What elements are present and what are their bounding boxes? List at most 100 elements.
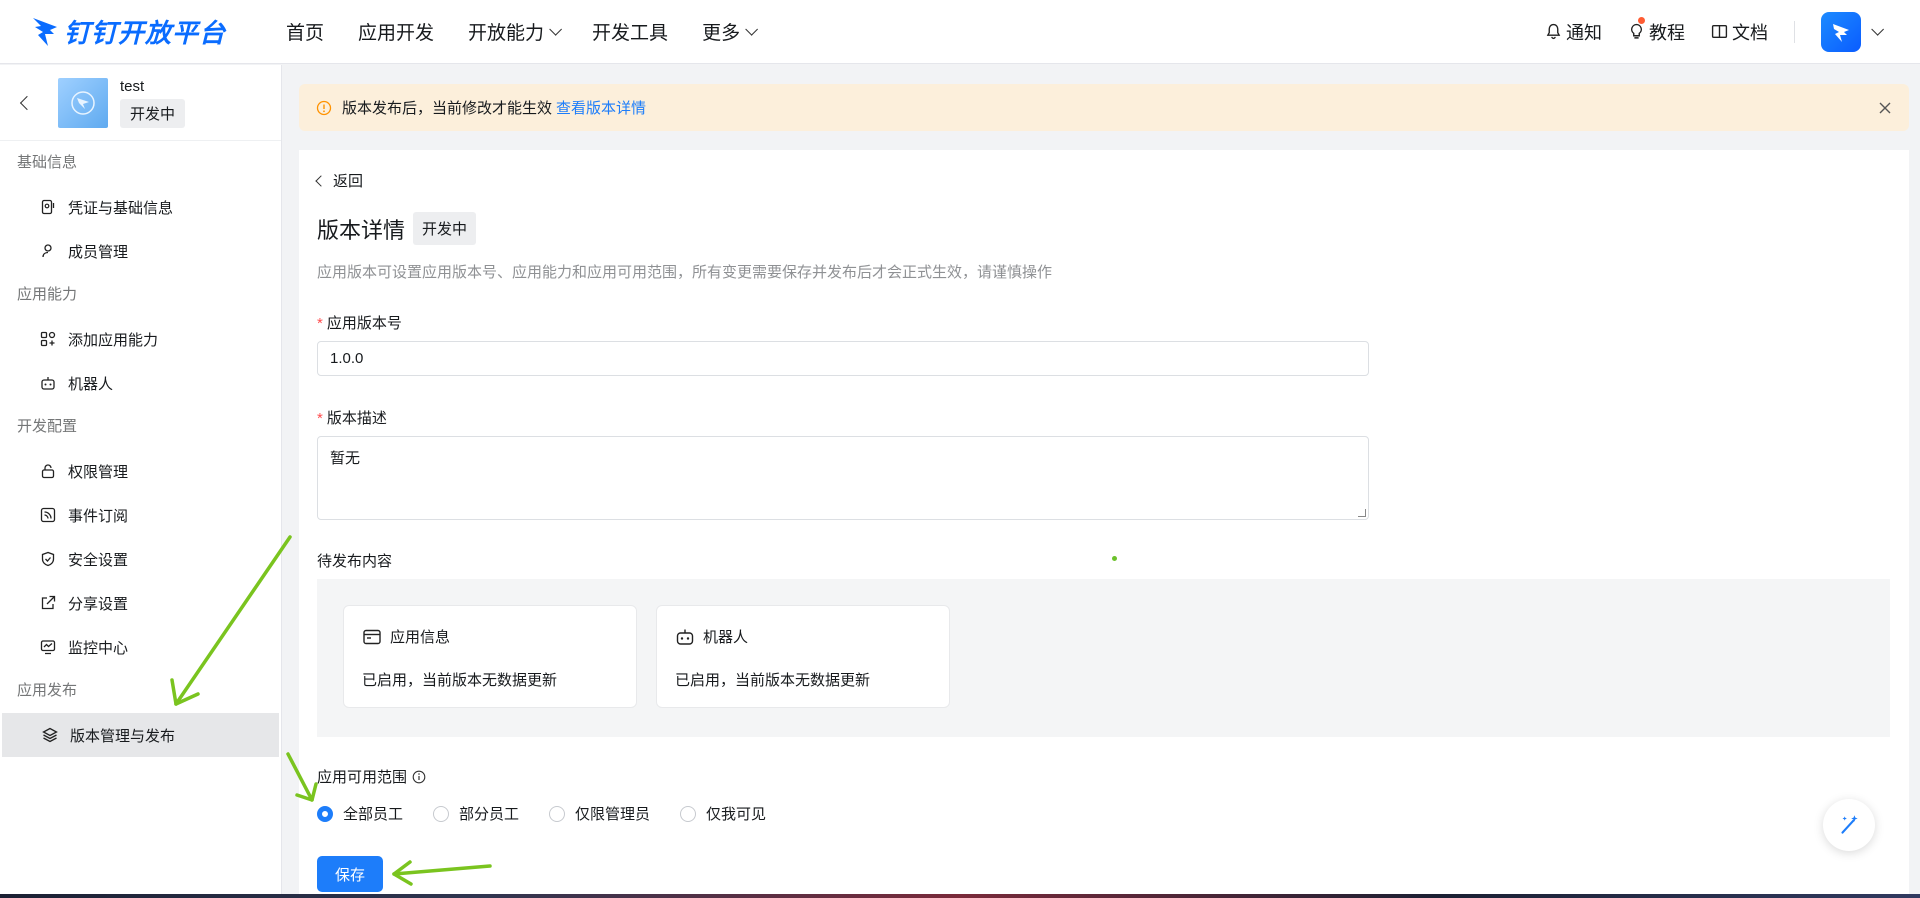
sidebar-item-robot[interactable]: 机器人 — [0, 361, 281, 405]
app-icon — [58, 77, 108, 128]
notify-button[interactable]: 通知 — [1545, 19, 1602, 45]
page-description: 应用版本可设置应用版本号、应用能力和应用可用范围，所有变更需要保存并发布后才会正… — [317, 264, 1053, 281]
sidebar-item-add-capability[interactable]: 添加应用能力 — [0, 317, 281, 361]
taskbar-strip — [0, 894, 1920, 898]
sidebar-item-label: 权限管理 — [68, 463, 129, 481]
radio-only-me[interactable]: 仅我可见 — [680, 803, 766, 824]
resize-handle[interactable] — [1358, 509, 1366, 517]
top-nav-bar: 钉钉开放平台 首页 应用开发 开放能力 开发工具 更多 通知 教程 文档 — [0, 0, 1920, 64]
sidebar-item-label: 机器人 — [68, 375, 114, 393]
section-title-basic: 基础信息 — [17, 154, 78, 171]
dingtalk-logo-icon — [33, 17, 57, 46]
nav-app-dev[interactable]: 应用开发 — [358, 18, 434, 45]
sidebar-item-security[interactable]: 安全设置 — [0, 537, 281, 581]
nav-open-capability[interactable]: 开放能力 — [468, 18, 563, 45]
logo[interactable]: 钉钉开放平台 — [30, 13, 250, 50]
sidebar-item-share[interactable]: 分享设置 — [0, 581, 281, 625]
radio-label: 全部员工 — [343, 806, 404, 823]
radio-admins-only[interactable]: 仅限管理员 — [549, 803, 650, 824]
user-icon — [42, 244, 52, 258]
sidebar-item-credentials[interactable]: 凭证与基础信息 — [0, 185, 281, 229]
add-capability-icon — [40, 331, 56, 347]
radio-label: 仅限管理员 — [575, 806, 651, 823]
bulb-icon — [1631, 23, 1642, 39]
version-description-value: 暂无 — [330, 450, 361, 467]
shield-icon — [41, 551, 55, 567]
sidebar-item-label: 成员管理 — [68, 243, 129, 261]
user-avatar[interactable] — [1821, 11, 1861, 52]
notify-label: 通知 — [1566, 22, 1602, 43]
save-button[interactable]: 保存 — [317, 856, 383, 892]
pending-card-robot: 机器人 已启用，当前版本无数据更新 — [656, 605, 950, 708]
pending-card-status: 已启用，当前版本无数据更新 — [362, 672, 558, 689]
sidebar-item-label: 事件订阅 — [68, 507, 129, 525]
sidebar-item-monitor[interactable]: 监控中心 — [0, 625, 281, 669]
radio-some-employees[interactable]: 部分员工 — [433, 803, 519, 824]
version-number-input[interactable]: 1.0.0 — [317, 341, 1369, 376]
version-number-label: * 应用版本号 — [317, 312, 402, 333]
docs-label: 文档 — [1732, 22, 1768, 43]
nav-more[interactable]: 更多 — [702, 18, 759, 45]
divider — [1794, 20, 1795, 43]
nav-home-label: 首页 — [286, 23, 325, 44]
app-header: test 开发中 — [0, 65, 281, 141]
sidebar-item-events[interactable]: 事件订阅 — [0, 493, 281, 537]
app-info-icon — [363, 629, 381, 644]
tutorial-button[interactable]: 教程 — [1628, 16, 1685, 45]
pending-content-area: 应用信息 已启用，当前版本无数据更新 机器人 已启用，当前版本无数据更新 — [317, 579, 1890, 737]
nav-home[interactable]: 首页 — [286, 18, 324, 45]
chevron-down-icon[interactable] — [1871, 23, 1884, 36]
version-description-label: * 版本描述 — [317, 407, 387, 428]
nav-more-label: 更多 — [702, 23, 741, 44]
status-badge: 开发中 — [413, 212, 477, 245]
chevron-down-icon — [745, 23, 759, 36]
app-name: test — [120, 77, 145, 95]
ai-assistant-button[interactable] — [1823, 799, 1875, 851]
pending-card-header: 应用信息 — [362, 626, 450, 647]
nav-dev-tools[interactable]: 开发工具 — [592, 18, 668, 45]
chevron-left-icon — [315, 174, 327, 187]
section-title-dev-config: 开发配置 — [17, 418, 78, 435]
version-number-label-text: 应用版本号 — [326, 315, 402, 332]
monitor-icon — [40, 640, 56, 655]
version-number-value: 1.0.0 — [330, 350, 364, 367]
pending-card-title: 机器人 — [703, 629, 749, 646]
app-meta: test 开发中 — [120, 77, 186, 128]
close-icon[interactable] — [1877, 100, 1893, 116]
docs-button[interactable]: 文档 — [1711, 19, 1768, 45]
sidebar-item-version-management[interactable]: 版本管理与发布 — [2, 713, 279, 757]
logo-text: 钉钉开放平台 — [64, 18, 227, 48]
warning-info-icon — [316, 100, 332, 115]
notice-banner: 版本发布后，当前修改才能生效 查看版本详情 — [299, 84, 1909, 131]
section-title-publish: 应用发布 — [17, 682, 78, 699]
top-right-tools: 通知 教程 文档 — [1519, 11, 1884, 52]
sidebar-item-permissions[interactable]: 权限管理 — [0, 449, 281, 493]
view-version-detail-link[interactable]: 查看版本详情 — [556, 97, 646, 118]
required-mark: * — [317, 315, 323, 332]
pending-card-app-info: 应用信息 已启用，当前版本无数据更新 — [343, 605, 637, 708]
back-label: 返回 — [333, 173, 364, 190]
version-detail-panel: 返回 版本详情 开发中 应用版本可设置应用版本号、应用能力和应用可用范围，所有变… — [299, 150, 1909, 898]
section-title-capability: 应用能力 — [17, 286, 78, 303]
sidebar-item-label: 监控中心 — [68, 639, 129, 657]
version-description-textarea[interactable]: 暂无 — [317, 436, 1369, 520]
required-mark: * — [317, 410, 323, 427]
availability-range-label-text: 应用可用范围 — [317, 769, 408, 786]
sidebar-item-label: 凭证与基础信息 — [68, 199, 174, 217]
bell-icon — [1546, 23, 1561, 40]
robot-icon — [41, 377, 55, 390]
magic-wand-icon — [1841, 815, 1858, 834]
stray-dot — [1112, 556, 1117, 561]
back-chevron-icon[interactable] — [19, 95, 35, 110]
info-icon[interactable] — [412, 770, 426, 784]
book-icon — [1711, 24, 1728, 39]
availability-range-label: 应用可用范围 — [317, 766, 426, 787]
pending-content-label: 待发布内容 — [317, 553, 393, 570]
radio-circle — [433, 805, 450, 822]
sidebar-item-label: 安全设置 — [68, 551, 129, 569]
sidebar-item-members[interactable]: 成员管理 — [0, 229, 281, 273]
dingtalk-logo-icon — [1833, 23, 1849, 42]
robot-icon — [676, 629, 694, 645]
radio-all-employees[interactable]: 全部员工 — [317, 803, 403, 824]
back-link[interactable]: 返回 — [315, 170, 364, 191]
